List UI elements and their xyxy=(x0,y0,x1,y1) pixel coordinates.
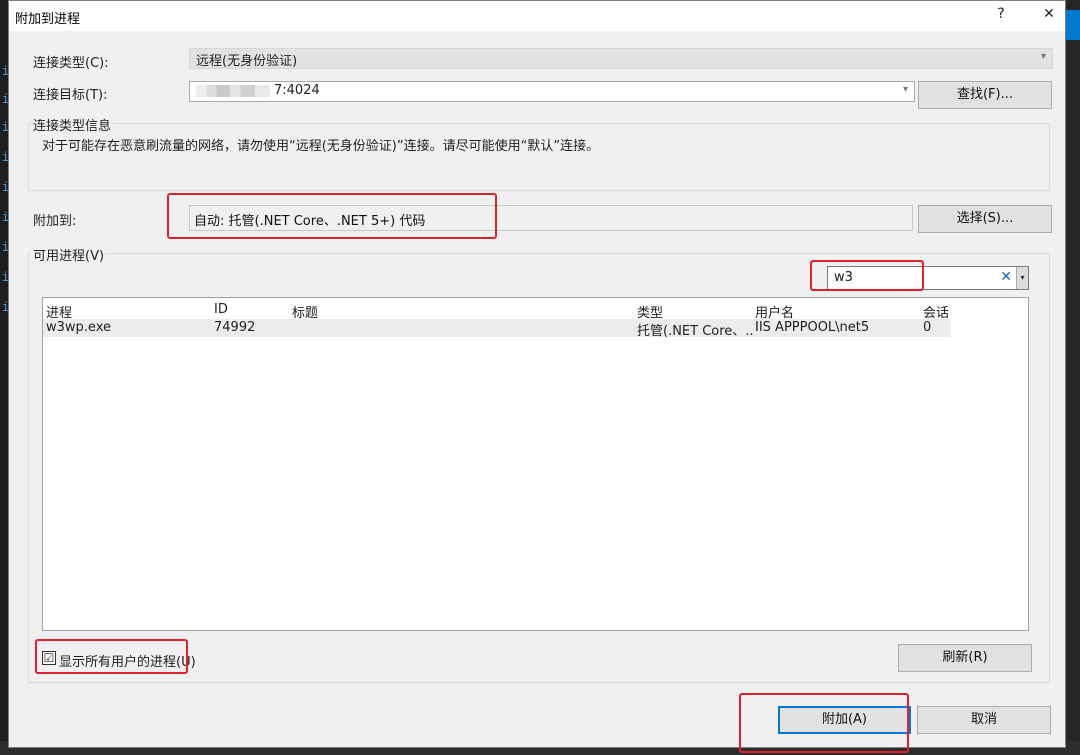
table-row[interactable]: w3wp.exe 74992 托管(.NET Core、... IIS APPP… xyxy=(43,319,951,339)
help-button[interactable]: ? xyxy=(989,6,1013,26)
connection-type-value: 远程(无身份验证) xyxy=(196,54,298,69)
connection-target-value: 7:4024 xyxy=(274,83,320,98)
chevron-down-icon[interactable]: ▾ xyxy=(903,84,908,95)
cell-session: 0 xyxy=(923,320,932,335)
find-button[interactable]: 查找(F)... xyxy=(918,81,1052,109)
cell-username: IIS APPPOOL\net5 xyxy=(755,320,870,335)
connection-type-label: 连接类型(C): xyxy=(33,56,109,71)
cell-type: 托管(.NET Core、... xyxy=(637,324,753,339)
connection-target-label: 连接目标(T): xyxy=(33,88,108,103)
connection-type-combo[interactable]: 远程(无身份验证) ▾ xyxy=(189,48,1053,69)
chevron-down-icon: ▾ xyxy=(1040,51,1046,62)
dialog-title: 附加到进程 xyxy=(15,12,81,27)
attach-to-label: 附加到: xyxy=(33,214,77,229)
show-all-users-checkbox[interactable]: ☑ xyxy=(42,651,56,665)
process-list-header: 进程 ID 标题 类型 用户名 会话 xyxy=(43,301,951,321)
select-code-type-button[interactable]: 选择(S)... xyxy=(918,205,1052,233)
column-header-id[interactable]: ID xyxy=(214,302,228,317)
process-filter-input[interactable]: w3 ✕ xyxy=(827,266,1029,290)
cancel-button[interactable]: 取消 xyxy=(917,706,1051,734)
connection-target-combo[interactable]: 7:4024 ▾ xyxy=(189,81,915,102)
attach-button[interactable]: 附加(A) xyxy=(778,706,911,734)
title-bar: 附加到进程 ? ✕ xyxy=(9,1,1065,31)
refresh-button[interactable]: 刷新(R) xyxy=(898,644,1032,672)
attach-to-value: 自动: 托管(.NET Core、.NET 5+) 代码 xyxy=(194,214,426,229)
process-filter-value: w3 xyxy=(834,270,853,285)
attach-to-value-field: 自动: 托管(.NET Core、.NET 5+) 代码 xyxy=(189,205,913,231)
show-all-users-label[interactable]: 显示所有用户的进程(U) xyxy=(59,651,196,670)
redacted-host-blur xyxy=(196,84,270,97)
close-button[interactable]: ✕ xyxy=(1037,6,1061,26)
process-list[interactable]: 进程 ID 标题 类型 用户名 会话 w3wp.exe 74992 托管(.NE… xyxy=(42,297,1029,631)
connection-info-text: 对于可能存在恶意刷流量的网络，请勿使用“远程(无身份验证)”连接。请尽可能使用“… xyxy=(42,139,600,154)
connection-info-group-label: 连接类型信息 xyxy=(31,115,114,134)
filter-dropdown-icon[interactable]: ▾ xyxy=(1016,267,1028,289)
attach-to-process-dialog: 附加到进程 ? ✕ 连接类型(C): 远程(无身份验证) ▾ 连接目标(T): … xyxy=(8,0,1066,753)
available-processes-label: 可用进程(V) xyxy=(31,245,107,264)
cell-process: w3wp.exe xyxy=(46,320,111,335)
cell-id: 74992 xyxy=(214,320,256,335)
clear-filter-icon[interactable]: ✕ xyxy=(1000,269,1012,285)
connection-info-group xyxy=(28,123,1050,191)
